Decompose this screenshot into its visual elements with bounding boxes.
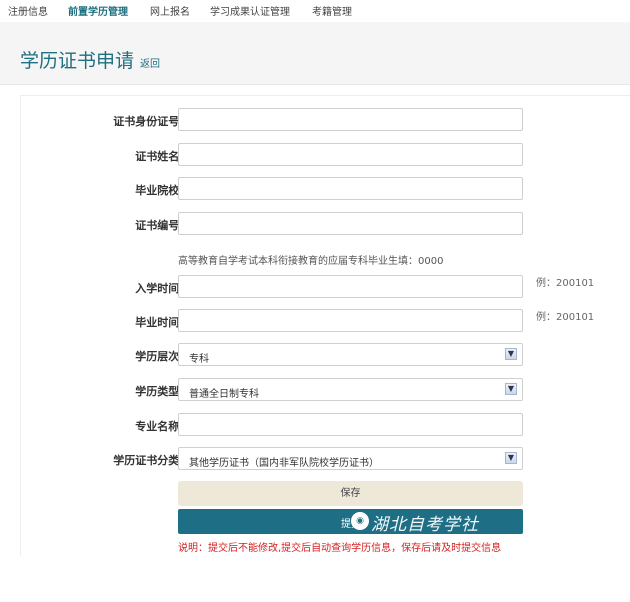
nav-item-exam-records[interactable]: 考籍管理 [312, 3, 352, 18]
category-select[interactable]: 其他学历证书（国内非军队院校学历证书） ▼ [178, 447, 523, 470]
name-input[interactable] [178, 143, 523, 166]
watermark-text: 湖北自考学社 [371, 515, 479, 534]
category-select-value: 其他学历证书（国内非军队院校学历证书） [189, 458, 379, 469]
school-input[interactable] [178, 177, 523, 200]
page-title: 学历证书申请 返回 [20, 46, 160, 73]
grad-time-label: 毕业时间* [135, 316, 185, 329]
id-number-input[interactable] [178, 108, 523, 131]
nav-item-registration[interactable]: 注册信息 [8, 3, 48, 18]
nav-item-online-signup[interactable]: 网上报名 [150, 3, 190, 18]
cert-number-input[interactable] [178, 212, 523, 235]
page-header: 学历证书申请 返回 [0, 22, 630, 85]
cert-number-label: 证书编号* [135, 219, 185, 232]
submit-button[interactable]: 提交 ◉ 湖北自考学社 [178, 509, 523, 534]
seal-logo-icon: ◉ [351, 512, 369, 530]
chevron-down-icon[interactable]: ▼ [505, 348, 517, 360]
enroll-time-hint: 例：200101 [536, 278, 595, 289]
nav-item-prior-education[interactable]: 前置学历管理 [68, 3, 128, 18]
level-label: 学历层次* [135, 350, 185, 363]
grad-time-input[interactable] [178, 309, 523, 332]
back-link[interactable]: 返回 [140, 59, 160, 70]
application-form: 证书身份证号* 证书姓名* 毕业院校* 证书编号* 高等教育自学考试本科衔接教育… [20, 95, 630, 556]
id-number-label: 证书身份证号* [113, 115, 185, 128]
nav-item-learning-certification[interactable]: 学习成果认证管理 [210, 3, 290, 18]
chevron-down-icon[interactable]: ▼ [505, 383, 517, 395]
name-label: 证书姓名* [135, 150, 185, 163]
enroll-time-input[interactable] [178, 275, 523, 298]
type-select-value: 普通全日制专科 [189, 389, 259, 400]
enroll-time-label: 入学时间* [135, 282, 185, 295]
school-label: 毕业院校* [135, 184, 185, 197]
type-label: 学历类型* [135, 385, 185, 398]
type-select[interactable]: 普通全日制专科 ▼ [178, 378, 523, 401]
submit-explanation: 说明：提交后不能修改,提交后自动查询学历信息，保存后请及时提交信息 [178, 543, 502, 554]
top-nav: 注册信息 前置学历管理 网上报名 学习成果认证管理 考籍管理 [0, 0, 630, 22]
cert-number-note: 高等教育自学考试本科衔接教育的应届专科毕业生填：0000 [178, 256, 444, 267]
level-select[interactable]: 专科 ▼ [178, 343, 523, 366]
page-title-text: 学历证书申请 [20, 50, 135, 72]
major-label: 专业名称* [135, 420, 185, 433]
major-input[interactable] [178, 413, 523, 436]
chevron-down-icon[interactable]: ▼ [505, 452, 517, 464]
category-label: 学历证书分类* [113, 454, 185, 467]
save-button[interactable]: 保存 [178, 481, 523, 506]
level-select-value: 专科 [189, 354, 209, 365]
grad-time-hint: 例：200101 [536, 312, 595, 323]
